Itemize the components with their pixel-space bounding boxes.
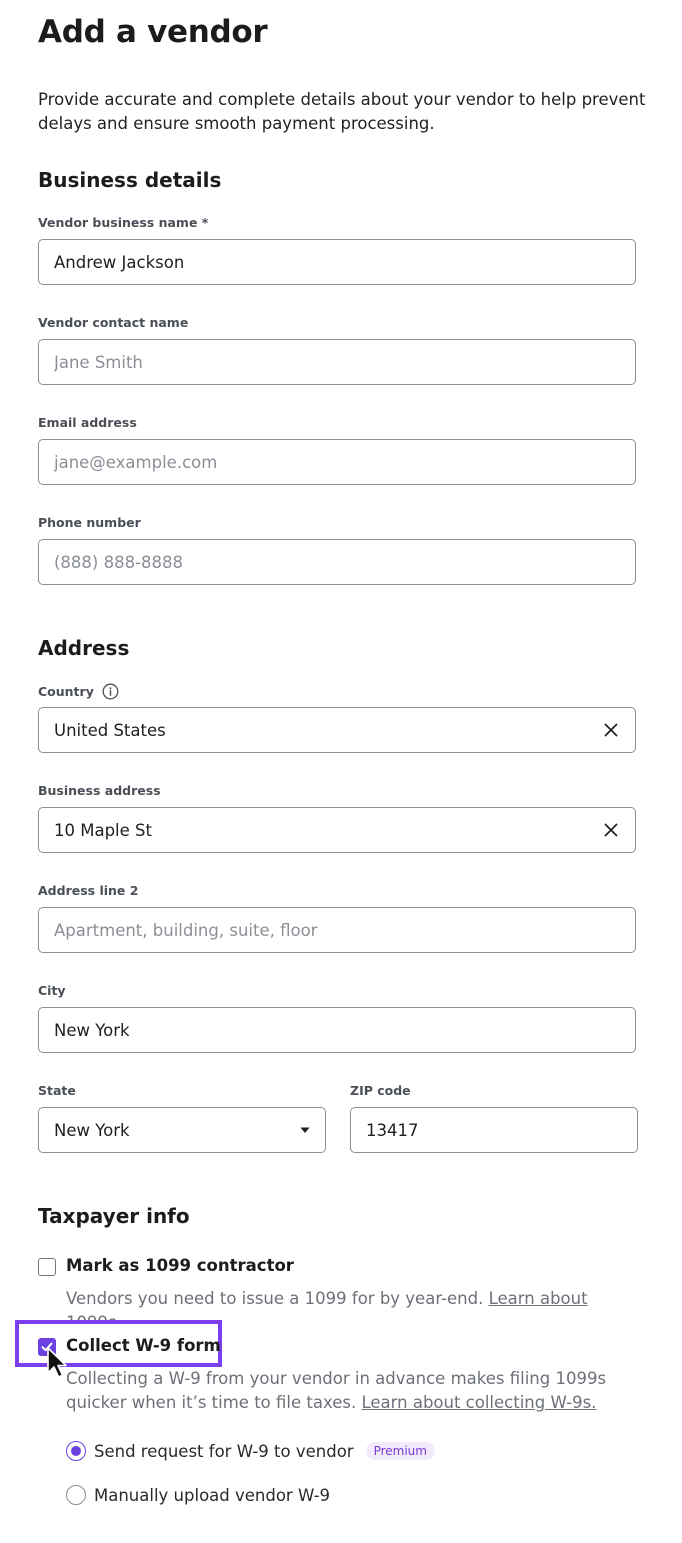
page-title: Add a vendor	[38, 14, 268, 50]
business-address-label: Business address	[38, 783, 161, 798]
phone-number-input[interactable]: (888) 888-8888	[38, 539, 636, 585]
phone-number-placeholder: (888) 888-8888	[54, 552, 184, 572]
address-heading: Address	[38, 636, 130, 660]
business-address-value: 10 Maple St	[54, 820, 152, 840]
send-request-label[interactable]: Send request for W-9 to vendor	[94, 1442, 354, 1461]
vendor-business-name-input[interactable]: Andrew Jackson	[38, 239, 636, 285]
vendor-contact-name-input[interactable]: Jane Smith	[38, 339, 636, 385]
state-select[interactable]: New York	[38, 1107, 326, 1153]
collect-w9-label[interactable]: Collect W-9 form	[66, 1336, 221, 1355]
manual-upload-radio[interactable]	[66, 1485, 86, 1505]
intro-text: Provide accurate and complete details ab…	[38, 90, 646, 133]
email-address-label: Email address	[38, 415, 137, 430]
send-request-option[interactable]: Send request for W-9 to vendor Premium	[66, 1441, 435, 1461]
country-select[interactable]: United States	[38, 707, 636, 753]
country-label: Country	[38, 684, 94, 699]
state-value: New York	[54, 1120, 130, 1140]
vendor-business-name-value: Andrew Jackson	[54, 252, 185, 272]
caret-down-icon	[300, 1127, 310, 1134]
collect-w9-help: Collecting a W-9 from your vendor in adv…	[66, 1367, 646, 1415]
manual-upload-option[interactable]: Manually upload vendor W-9	[66, 1485, 330, 1505]
address-line-2-label: Address line 2	[38, 883, 139, 898]
manual-upload-label[interactable]: Manually upload vendor W-9	[94, 1486, 330, 1505]
country-clear-icon[interactable]	[603, 722, 619, 738]
vendor-contact-name-label: Vendor contact name	[38, 315, 189, 330]
business-details-heading: Business details	[38, 168, 222, 192]
contractor-label[interactable]: Mark as 1099 contractor	[66, 1256, 294, 1275]
vendor-business-name-label: Vendor business name *	[38, 215, 209, 230]
city-input[interactable]: New York	[38, 1007, 636, 1053]
city-value: New York	[54, 1020, 130, 1040]
learn-about-w9s-link[interactable]: Learn about collecting W-9s.	[361, 1393, 596, 1412]
address-line-2-placeholder: Apartment, building, suite, floor	[54, 920, 318, 940]
zip-code-label: ZIP code	[350, 1083, 411, 1098]
zip-code-value: 13417	[366, 1120, 419, 1140]
country-value: United States	[54, 720, 166, 740]
send-request-radio[interactable]	[66, 1441, 86, 1461]
business-address-input[interactable]: 10 Maple St	[38, 807, 636, 853]
address-line-2-input[interactable]: Apartment, building, suite, floor	[38, 907, 636, 953]
business-address-clear-icon[interactable]	[603, 822, 619, 838]
info-circle-icon[interactable]	[102, 683, 119, 700]
zip-code-input[interactable]: 13417	[350, 1107, 638, 1153]
email-address-input[interactable]: jane@example.com	[38, 439, 636, 485]
country-label-row: Country	[38, 683, 119, 700]
email-address-placeholder: jane@example.com	[54, 452, 218, 472]
city-label: City	[38, 983, 66, 998]
premium-badge: Premium	[365, 1442, 435, 1460]
radio-selected-dot	[71, 1446, 81, 1456]
taxpayer-info-heading: Taxpayer info	[38, 1204, 190, 1228]
vendor-contact-name-placeholder: Jane Smith	[54, 352, 143, 372]
state-label: State	[38, 1083, 76, 1098]
phone-number-label: Phone number	[38, 515, 141, 530]
contractor-help-text: Vendors you need to issue a 1099 for by …	[66, 1289, 484, 1308]
contractor-checkbox[interactable]	[38, 1258, 56, 1276]
